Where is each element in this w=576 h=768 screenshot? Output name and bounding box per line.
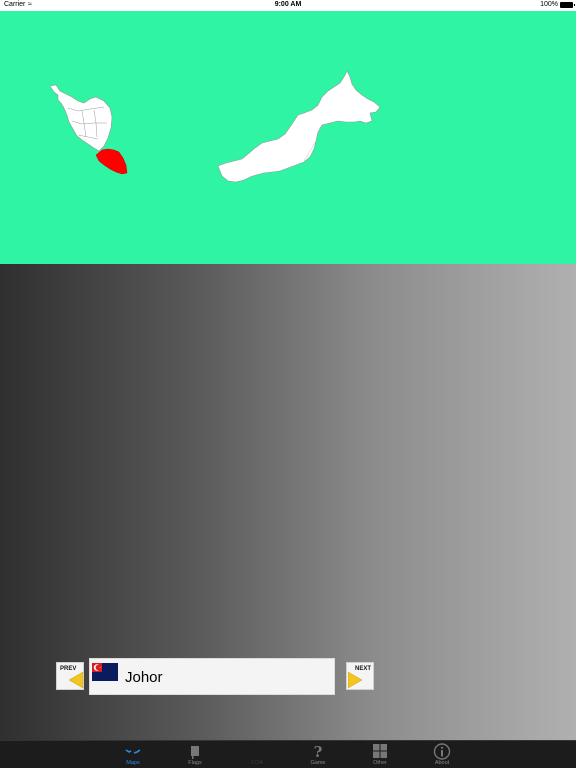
prev-arrow-icon: [69, 671, 83, 688]
next-button[interactable]: NEXT: [346, 662, 374, 690]
battery-percent: 100%: [540, 1, 558, 8]
battery-icon: [560, 2, 575, 8]
state-name: Johor: [125, 669, 163, 686]
tab-label-coa: COA: [251, 760, 263, 766]
tab-flags[interactable]: Flags: [175, 741, 215, 768]
tab-coa[interactable]: COA: [237, 741, 277, 768]
tab-game[interactable]: ? Game: [298, 741, 338, 768]
next-arrow-icon: [348, 671, 362, 688]
status-time: 9:00 AM: [274, 1, 302, 8]
info-icon: [433, 743, 451, 760]
selected-state-card[interactable]: Johor: [89, 658, 335, 695]
tab-label-other: Other: [373, 760, 387, 766]
east-malaysia-shape[interactable]: [217, 70, 381, 183]
johor-region[interactable]: [95, 148, 128, 175]
tab-label-flags: Flags: [188, 760, 202, 766]
peninsular-malaysia-shape[interactable]: [49, 84, 113, 152]
tab-maps[interactable]: Maps: [113, 741, 153, 768]
tab-other[interactable]: Other: [360, 741, 400, 768]
johor-flag-icon: [92, 663, 118, 681]
grid-icon: [373, 744, 387, 758]
svg-text:?: ?: [314, 743, 323, 760]
tab-about[interactable]: About: [422, 741, 462, 768]
maps-icon: [125, 749, 141, 754]
prev-button[interactable]: PREV: [56, 662, 84, 690]
malaysia-map[interactable]: [0, 11, 576, 264]
map-view[interactable]: [0, 11, 576, 264]
tab-label-maps: Maps: [126, 760, 140, 766]
flags-icon: [191, 746, 199, 759]
tab-label-game: Game: [310, 760, 326, 766]
question-icon: ?: [314, 743, 323, 760]
coa-icon: [245, 743, 269, 760]
tab-bar: Maps Flags COA ? Game Other About: [0, 740, 576, 768]
status-bar: Carrier ≈ 9:00 AM 100%: [0, 0, 576, 11]
tab-label-about: About: [434, 760, 450, 766]
